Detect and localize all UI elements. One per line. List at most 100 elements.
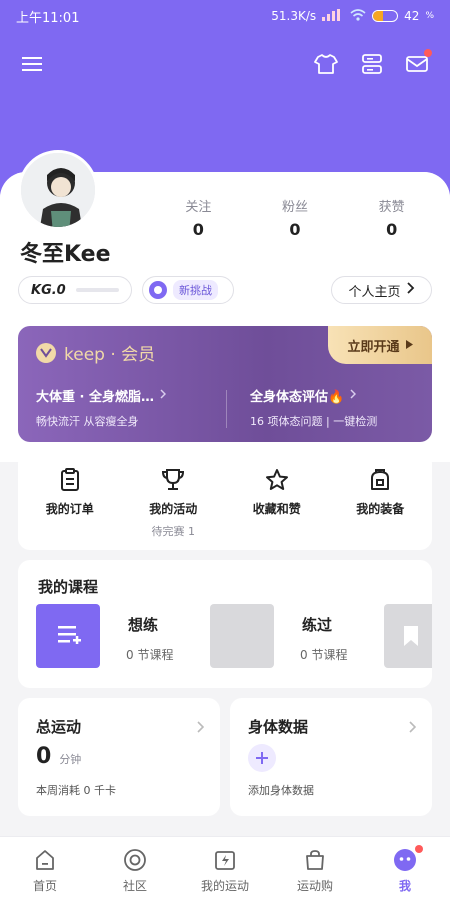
- personal-homepage-button[interactable]: 个人主页: [331, 276, 432, 304]
- shirt-icon[interactable]: [312, 50, 340, 78]
- network-speed: 51.3K/s: [271, 9, 317, 23]
- quick-action-sub: 待完赛 1: [151, 525, 196, 538]
- body-data-title: 身体数据: [248, 718, 309, 736]
- quick-action-label: 我的订单: [45, 502, 94, 516]
- list-add-icon: [58, 626, 81, 644]
- me-badge: [415, 845, 423, 853]
- course-count: 0 节课程: [300, 648, 348, 662]
- quick-action-label: 收藏和赞: [252, 502, 301, 516]
- quick-actions-card: 我的订单 我的活动 待完赛 1 收藏和赞 我的装备: [18, 452, 432, 550]
- collection-thumb[interactable]: [384, 604, 432, 668]
- vip-item-title: 大体重 · 全身燃脂…: [36, 390, 154, 405]
- status-time: 上午11:01: [16, 10, 80, 26]
- clipboard-icon: [30, 468, 110, 492]
- vip-posture-item[interactable]: 全身体态评估🔥 16 项体态问题 | 一键检测: [250, 386, 377, 429]
- kg-level-label: KG.0: [31, 282, 66, 298]
- vip-item-subtitle: 16 项体态问题 | 一键检测: [250, 415, 378, 428]
- kg-progress-bar: [75, 288, 119, 292]
- trophy-icon: [133, 468, 213, 492]
- play-triangle-icon: [405, 338, 413, 353]
- total-exercise-card[interactable]: 总运动 0 分钟 本周消耗 0 千卡: [18, 698, 220, 816]
- tab-me[interactable]: 我: [360, 837, 450, 900]
- my-equipment-button[interactable]: 我的装备: [340, 468, 420, 550]
- chevron-right-icon: [350, 388, 357, 403]
- exercise-subtitle: 本周消耗 0 千卡: [36, 784, 116, 797]
- exercise-title: 总运动: [36, 718, 82, 736]
- course-title[interactable]: 练过: [302, 614, 332, 635]
- stat-followers[interactable]: 粉丝 0: [265, 196, 325, 239]
- community-icon: [90, 847, 180, 873]
- my-orders-button[interactable]: 我的订单: [30, 468, 110, 550]
- shop-icon: [270, 847, 360, 873]
- home-icon: [0, 847, 90, 873]
- want-to-train-thumb[interactable]: [36, 604, 100, 668]
- tab-community[interactable]: 社区: [90, 837, 180, 900]
- my-activities-button[interactable]: 我的活动 待完赛 1: [133, 468, 213, 550]
- quick-action-label: 我的装备: [356, 502, 405, 516]
- chevron-right-icon: [409, 718, 417, 737]
- challenge-icon: [149, 281, 167, 299]
- tab-label: 我: [398, 879, 411, 893]
- course-count: 0 节课程: [126, 648, 174, 662]
- stat-value: 0: [192, 220, 204, 239]
- vip-membership-card[interactable]: keep · 会员 立即开通 大体重 · 全身燃脂… 畅快流汗 从容瘦全身 全身…: [18, 326, 432, 442]
- battery-percent: 42: [404, 9, 420, 23]
- challenge-label: 新挑战: [173, 280, 218, 300]
- tab-label: 首页: [32, 879, 57, 893]
- exercise-value: 0: [36, 744, 52, 769]
- open-membership-button[interactable]: 立即开通: [328, 326, 432, 364]
- stat-value: 0: [289, 220, 301, 239]
- chevron-right-icon: [197, 718, 205, 737]
- bottom-tab-bar: 首页 社区 我的运动 运动购 我: [0, 836, 450, 900]
- keep-logo-icon: [36, 342, 56, 363]
- tab-shop[interactable]: 运动购: [270, 837, 360, 900]
- exercise-unit: 分钟: [59, 753, 82, 766]
- bag-icon: [340, 468, 420, 492]
- top-toolbar: [0, 46, 450, 82]
- courses-title: 我的课程: [38, 578, 99, 596]
- tab-label: 社区: [122, 879, 147, 893]
- wifi-icon: [350, 8, 366, 24]
- stat-value: 0: [386, 220, 398, 239]
- vip-item-subtitle: 畅快流汗 从容瘦全身: [36, 415, 139, 428]
- avatar[interactable]: [18, 150, 98, 230]
- favorites-button[interactable]: 收藏和赞: [237, 468, 317, 550]
- battery-unit: %: [425, 11, 434, 21]
- vip-divider: [226, 390, 227, 428]
- vip-brand: keep · 会员: [64, 345, 156, 365]
- kg-level-pill[interactable]: KG.0: [18, 276, 132, 304]
- stat-following[interactable]: 关注 0: [168, 196, 228, 239]
- battery-icon: [372, 10, 399, 22]
- chevron-right-icon: [406, 282, 415, 298]
- tab-home[interactable]: 首页: [0, 837, 90, 900]
- tab-my-sport[interactable]: 我的运动: [180, 837, 270, 900]
- my-sport-icon: [180, 847, 270, 873]
- body-data-card[interactable]: 身体数据 添加身体数据: [230, 698, 432, 816]
- add-body-data-button[interactable]: [248, 744, 276, 772]
- vip-item-title: 全身体态评估🔥: [250, 390, 345, 405]
- tab-label: 我的运动: [200, 879, 249, 893]
- profile-stats: 关注 0 粉丝 0 获赞 0: [150, 196, 440, 239]
- username: 冬至Kee: [20, 242, 111, 267]
- trained-thumb[interactable]: [210, 604, 274, 668]
- status-bar: 上午11:01 51.3K/s 42 %: [0, 0, 450, 32]
- my-courses-card: 我的课程 想练 0 节课程 练过 0 节课程: [18, 560, 432, 688]
- stat-likes[interactable]: 获赞 0: [362, 196, 422, 239]
- tab-label: 运动购: [296, 879, 333, 893]
- mail-badge: [424, 49, 432, 57]
- signal-icon: [322, 8, 344, 24]
- vip-course-item[interactable]: 大体重 · 全身燃脂… 畅快流汗 从容瘦全身: [36, 386, 167, 429]
- new-challenge-button[interactable]: 新挑战: [142, 276, 234, 304]
- homepage-label: 个人主页: [348, 284, 401, 300]
- mail-icon[interactable]: [403, 49, 432, 78]
- menu-icon[interactable]: [18, 50, 46, 78]
- body-data-action: 添加身体数据: [248, 784, 314, 797]
- open-membership-label: 立即开通: [347, 339, 400, 355]
- star-icon: [237, 468, 317, 492]
- stat-label: 获赞: [378, 200, 405, 215]
- plus-icon: [256, 752, 268, 764]
- quick-action-label: 我的活动: [149, 502, 198, 516]
- server-icon[interactable]: [358, 50, 386, 78]
- chevron-right-icon: [160, 388, 167, 403]
- course-title[interactable]: 想练: [128, 614, 158, 635]
